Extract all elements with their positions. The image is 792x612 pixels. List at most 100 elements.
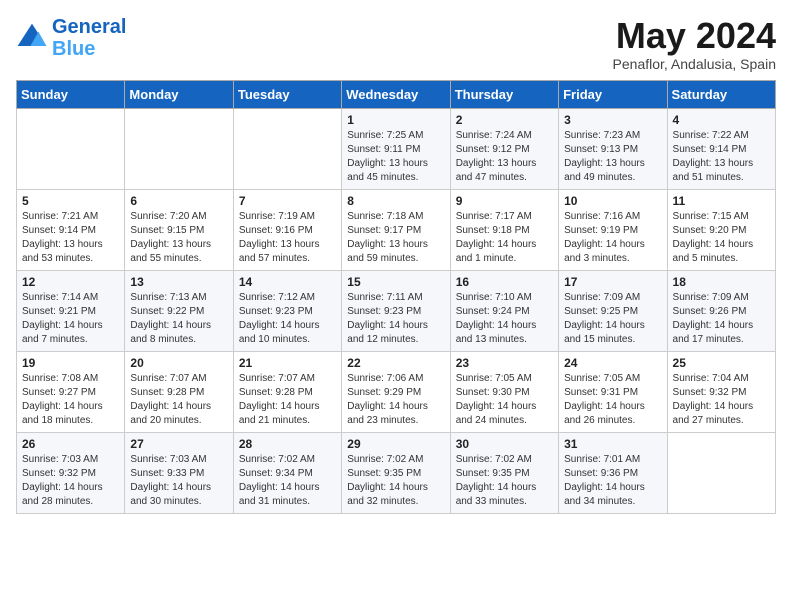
calendar-cell: 25 Sunrise: 7:04 AM Sunset: 9:32 PM Dayli…: [667, 351, 775, 432]
week-row-1: 1 Sunrise: 7:25 AM Sunset: 9:11 PM Daylig…: [17, 108, 776, 189]
calendar-cell: 11 Sunrise: 7:15 AM Sunset: 9:20 PM Dayli…: [667, 189, 775, 270]
calendar-cell: 27 Sunrise: 7:03 AM Sunset: 9:33 PM Dayli…: [125, 432, 233, 513]
calendar-cell: 29Sunrise: 7:02 AM Sunset: 9:35 PM Dayli…: [342, 432, 450, 513]
cell-content: Sunrise: 7:13 AM Sunset: 9:22 PM Dayligh…: [130, 291, 227, 347]
cell-content: Sunrise: 7:02 AM Sunset: 9:35 PM Dayligh…: [347, 453, 444, 509]
week-row-4: 19Sunrise: 7:08 AM Sunset: 9:27 PM Dayli…: [17, 351, 776, 432]
calendar-cell: 31Sunrise: 7:01 AM Sunset: 9:36 PM Dayli…: [559, 432, 667, 513]
day-number: 13: [130, 275, 227, 289]
calendar-cell: 20 Sunrise: 7:07 AM Sunset: 9:28 PM Dayli…: [125, 351, 233, 432]
cell-content: Sunrise: 7:09 AM Sunset: 9:25 PM Dayligh…: [564, 291, 661, 347]
weekday-header-friday: Friday: [559, 80, 667, 108]
logo-icon: [16, 22, 48, 54]
logo-text: GeneralBlue: [52, 16, 126, 60]
day-number: 14: [239, 275, 336, 289]
calendar-cell: 6 Sunrise: 7:20 AM Sunset: 9:15 PM Daylig…: [125, 189, 233, 270]
cell-content: Sunrise: 7:03 AM Sunset: 9:32 PM Dayligh…: [22, 453, 119, 509]
cell-content: Sunrise: 7:05 AM Sunset: 9:30 PM Dayligh…: [456, 372, 553, 428]
day-number: 11: [673, 194, 770, 208]
weekday-header-row: SundayMondayTuesdayWednesdayThursdayFrid…: [17, 80, 776, 108]
page-header: GeneralBlue May 2024 Penaflor, Andalusia…: [16, 16, 776, 72]
cell-content: Sunrise: 7:06 AM Sunset: 9:29 PM Dayligh…: [347, 372, 444, 428]
day-number: 21: [239, 356, 336, 370]
calendar-cell: 15 Sunrise: 7:11 AM Sunset: 9:23 PM Dayli…: [342, 270, 450, 351]
day-number: 2: [456, 113, 553, 127]
day-number: 30: [456, 437, 553, 451]
calendar-cell: 13 Sunrise: 7:13 AM Sunset: 9:22 PM Dayli…: [125, 270, 233, 351]
cell-content: Sunrise: 7:08 AM Sunset: 9:27 PM Dayligh…: [22, 372, 119, 428]
cell-content: Sunrise: 7:19 AM Sunset: 9:16 PM Dayligh…: [239, 210, 336, 266]
calendar-title: May 2024: [613, 16, 776, 56]
cell-content: Sunrise: 7:16 AM Sunset: 9:19 PM Dayligh…: [564, 210, 661, 266]
cell-content: Sunrise: 7:07 AM Sunset: 9:28 PM Dayligh…: [130, 372, 227, 428]
week-row-2: 5Sunrise: 7:21 AM Sunset: 9:14 PM Daylig…: [17, 189, 776, 270]
calendar-cell: 8Sunrise: 7:18 AM Sunset: 9:17 PM Daylig…: [342, 189, 450, 270]
weekday-header-wednesday: Wednesday: [342, 80, 450, 108]
cell-content: Sunrise: 7:25 AM Sunset: 9:11 PM Dayligh…: [347, 129, 444, 185]
calendar-cell: 30 Sunrise: 7:02 AM Sunset: 9:35 PM Dayli…: [450, 432, 558, 513]
day-number: 18: [673, 275, 770, 289]
day-number: 7: [239, 194, 336, 208]
calendar-cell: [233, 108, 341, 189]
day-number: 3: [564, 113, 661, 127]
day-number: 5: [22, 194, 119, 208]
weekday-header-sunday: Sunday: [17, 80, 125, 108]
calendar-cell: 10 Sunrise: 7:16 AM Sunset: 9:19 PM Dayli…: [559, 189, 667, 270]
calendar-cell: 3 Sunrise: 7:23 AM Sunset: 9:13 PM Daylig…: [559, 108, 667, 189]
cell-content: Sunrise: 7:22 AM Sunset: 9:14 PM Dayligh…: [673, 129, 770, 185]
weekday-header-saturday: Saturday: [667, 80, 775, 108]
day-number: 27: [130, 437, 227, 451]
calendar-cell: 28 Sunrise: 7:02 AM Sunset: 9:34 PM Dayli…: [233, 432, 341, 513]
calendar-cell: 5Sunrise: 7:21 AM Sunset: 9:14 PM Daylig…: [17, 189, 125, 270]
week-row-5: 26Sunrise: 7:03 AM Sunset: 9:32 PM Dayli…: [17, 432, 776, 513]
day-number: 28: [239, 437, 336, 451]
cell-content: Sunrise: 7:23 AM Sunset: 9:13 PM Dayligh…: [564, 129, 661, 185]
day-number: 12: [22, 275, 119, 289]
day-number: 24: [564, 356, 661, 370]
cell-content: Sunrise: 7:17 AM Sunset: 9:18 PM Dayligh…: [456, 210, 553, 266]
calendar-cell: 12 Sunrise: 7:14 AM Sunset: 9:21 PM Dayli…: [17, 270, 125, 351]
cell-content: Sunrise: 7:05 AM Sunset: 9:31 PM Dayligh…: [564, 372, 661, 428]
calendar-cell: 2Sunrise: 7:24 AM Sunset: 9:12 PM Daylig…: [450, 108, 558, 189]
day-number: 23: [456, 356, 553, 370]
calendar-cell: 19Sunrise: 7:08 AM Sunset: 9:27 PM Dayli…: [17, 351, 125, 432]
day-number: 17: [564, 275, 661, 289]
calendar-cell: [667, 432, 775, 513]
calendar-subtitle: Penaflor, Andalusia, Spain: [613, 56, 776, 72]
calendar-cell: 7 Sunrise: 7:19 AM Sunset: 9:16 PM Daylig…: [233, 189, 341, 270]
calendar-cell: [125, 108, 233, 189]
day-number: 15: [347, 275, 444, 289]
day-number: 25: [673, 356, 770, 370]
day-number: 16: [456, 275, 553, 289]
calendar-cell: 24 Sunrise: 7:05 AM Sunset: 9:31 PM Dayli…: [559, 351, 667, 432]
cell-content: Sunrise: 7:18 AM Sunset: 9:17 PM Dayligh…: [347, 210, 444, 266]
cell-content: Sunrise: 7:03 AM Sunset: 9:33 PM Dayligh…: [130, 453, 227, 509]
day-number: 22: [347, 356, 444, 370]
day-number: 10: [564, 194, 661, 208]
cell-content: Sunrise: 7:04 AM Sunset: 9:32 PM Dayligh…: [673, 372, 770, 428]
weekday-header-thursday: Thursday: [450, 80, 558, 108]
day-number: 1: [347, 113, 444, 127]
calendar-cell: 17 Sunrise: 7:09 AM Sunset: 9:25 PM Dayli…: [559, 270, 667, 351]
calendar-cell: 22 Sunrise: 7:06 AM Sunset: 9:29 PM Dayli…: [342, 351, 450, 432]
cell-content: Sunrise: 7:20 AM Sunset: 9:15 PM Dayligh…: [130, 210, 227, 266]
day-number: 20: [130, 356, 227, 370]
calendar-cell: 14 Sunrise: 7:12 AM Sunset: 9:23 PM Dayli…: [233, 270, 341, 351]
day-number: 9: [456, 194, 553, 208]
cell-content: Sunrise: 7:09 AM Sunset: 9:26 PM Dayligh…: [673, 291, 770, 347]
week-row-3: 12 Sunrise: 7:14 AM Sunset: 9:21 PM Dayli…: [17, 270, 776, 351]
day-number: 6: [130, 194, 227, 208]
cell-content: Sunrise: 7:12 AM Sunset: 9:23 PM Dayligh…: [239, 291, 336, 347]
cell-content: Sunrise: 7:11 AM Sunset: 9:23 PM Dayligh…: [347, 291, 444, 347]
cell-content: Sunrise: 7:14 AM Sunset: 9:21 PM Dayligh…: [22, 291, 119, 347]
logo: GeneralBlue: [16, 16, 126, 60]
calendar-cell: 26Sunrise: 7:03 AM Sunset: 9:32 PM Dayli…: [17, 432, 125, 513]
calendar-cell: [17, 108, 125, 189]
cell-content: Sunrise: 7:15 AM Sunset: 9:20 PM Dayligh…: [673, 210, 770, 266]
cell-content: Sunrise: 7:02 AM Sunset: 9:34 PM Dayligh…: [239, 453, 336, 509]
calendar-cell: 1 Sunrise: 7:25 AM Sunset: 9:11 PM Daylig…: [342, 108, 450, 189]
cell-content: Sunrise: 7:02 AM Sunset: 9:35 PM Dayligh…: [456, 453, 553, 509]
calendar-cell: 4Sunrise: 7:22 AM Sunset: 9:14 PM Daylig…: [667, 108, 775, 189]
calendar-cell: 18 Sunrise: 7:09 AM Sunset: 9:26 PM Dayli…: [667, 270, 775, 351]
cell-content: Sunrise: 7:01 AM Sunset: 9:36 PM Dayligh…: [564, 453, 661, 509]
